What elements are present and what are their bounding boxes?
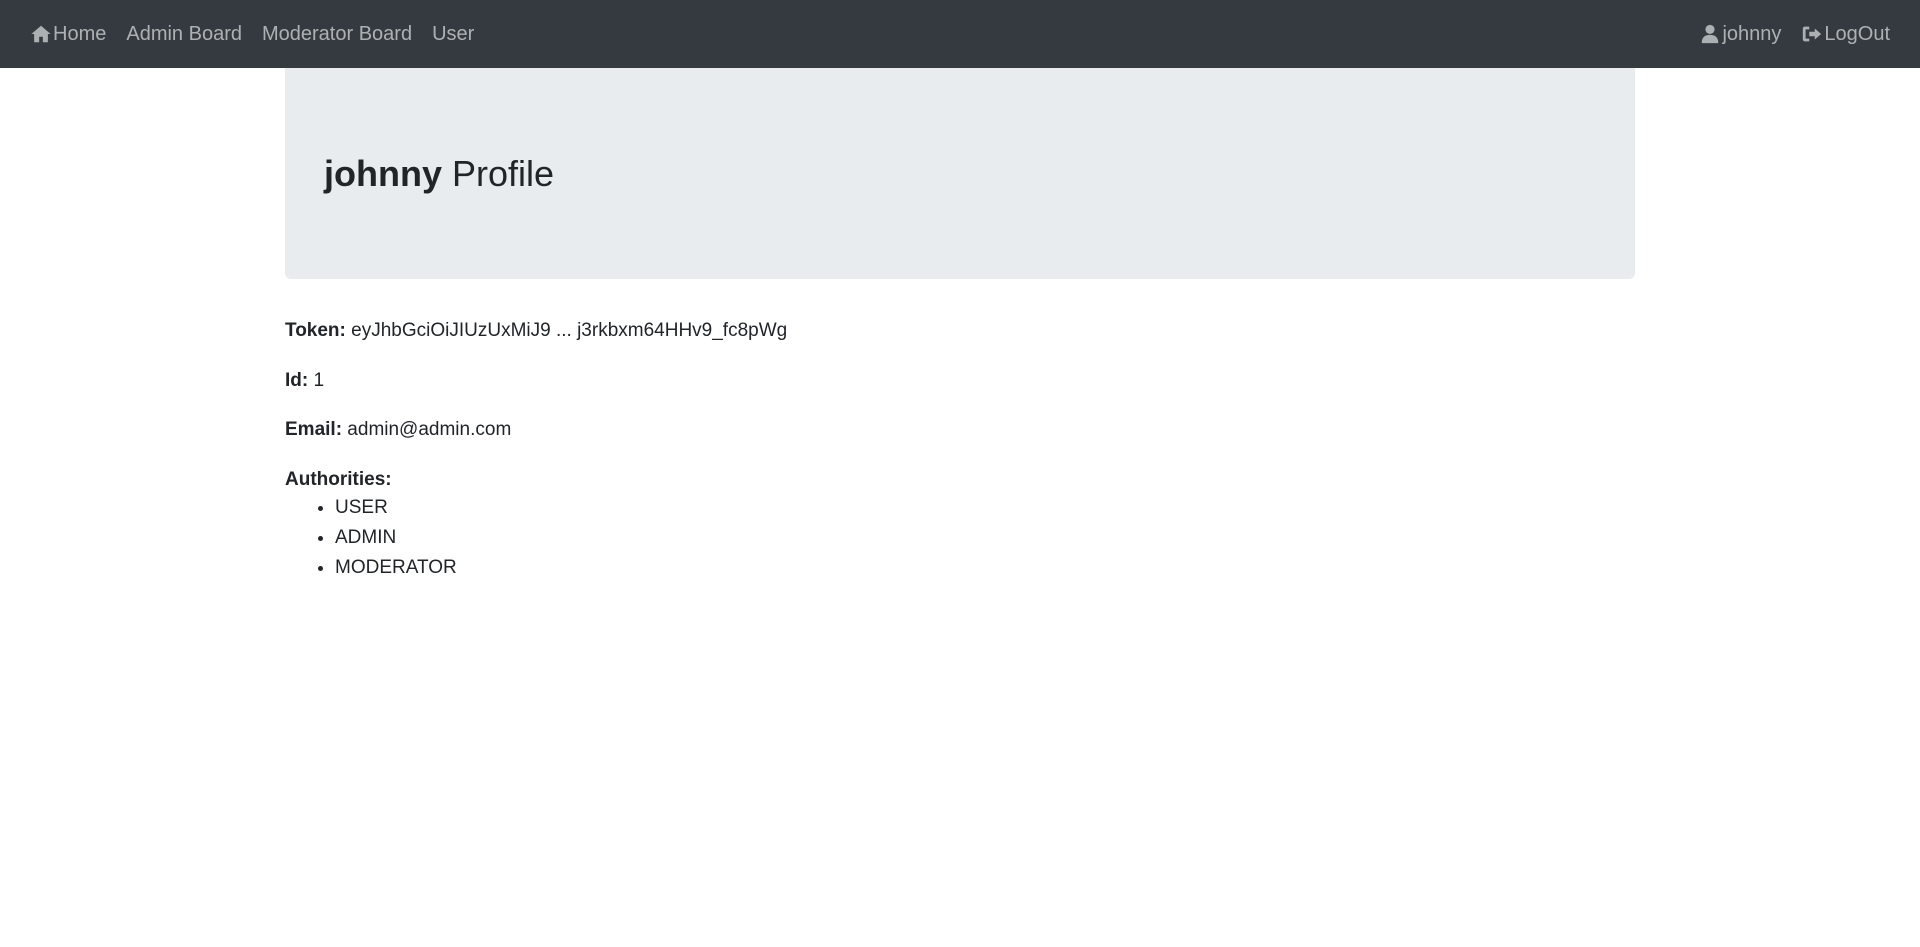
id-row: Id: 1 — [285, 368, 787, 395]
list-item: MODERATOR — [335, 553, 787, 583]
nav-admin-board-link[interactable]: Admin Board — [126, 23, 242, 46]
home-icon — [30, 23, 52, 45]
email-row: Email: admin@admin.com — [285, 417, 787, 444]
nav-profile-link[interactable]: johnny — [1699, 23, 1781, 46]
nav-user-link[interactable]: User — [432, 23, 474, 46]
id-value: 1 — [308, 369, 325, 391]
profile-details: Token: eyJhbGciOiJIUzUxMiJ9 ... j3rkbxm6… — [285, 318, 787, 583]
nav-home-link[interactable]: Home — [30, 23, 106, 46]
profile-title-suffix: Profile — [441, 152, 555, 194]
list-item: ADMIN — [335, 523, 787, 553]
nav-right: johnny LogOut — [1679, 23, 1890, 46]
email-value: admin@admin.com — [342, 419, 512, 441]
authorities-list: USER ADMIN MODERATOR — [285, 493, 787, 583]
nav-logout-label: LogOut — [1824, 22, 1890, 45]
logout-icon — [1801, 23, 1823, 45]
id-label: Id: — [285, 369, 309, 391]
nav-home-label: Home — [53, 22, 107, 45]
nav-moderator-board-link[interactable]: Moderator Board — [262, 23, 412, 46]
page-title: johnny Profile — [324, 153, 554, 195]
top-navbar: Home Admin Board Moderator Board User jo… — [0, 0, 1920, 68]
token-row: Token: eyJhbGciOiJIUzUxMiJ9 ... j3rkbxm6… — [285, 318, 787, 345]
authorities-label: Authorities: — [285, 468, 392, 490]
token-value: eyJhbGciOiJIUzUxMiJ9 ... j3rkbxm64HHv9_f… — [345, 320, 788, 341]
email-label: Email: — [285, 419, 343, 441]
user-icon — [1699, 23, 1721, 45]
token-label: Token: — [285, 320, 346, 341]
nav-profile-label: johnny — [1722, 22, 1782, 45]
list-item: USER — [335, 493, 787, 523]
nav-logout-link[interactable]: LogOut — [1801, 23, 1890, 46]
nav-left: Home Admin Board Moderator Board User — [30, 23, 494, 46]
profile-header: johnny Profile — [285, 68, 1635, 279]
profile-username: johnny — [324, 152, 442, 194]
